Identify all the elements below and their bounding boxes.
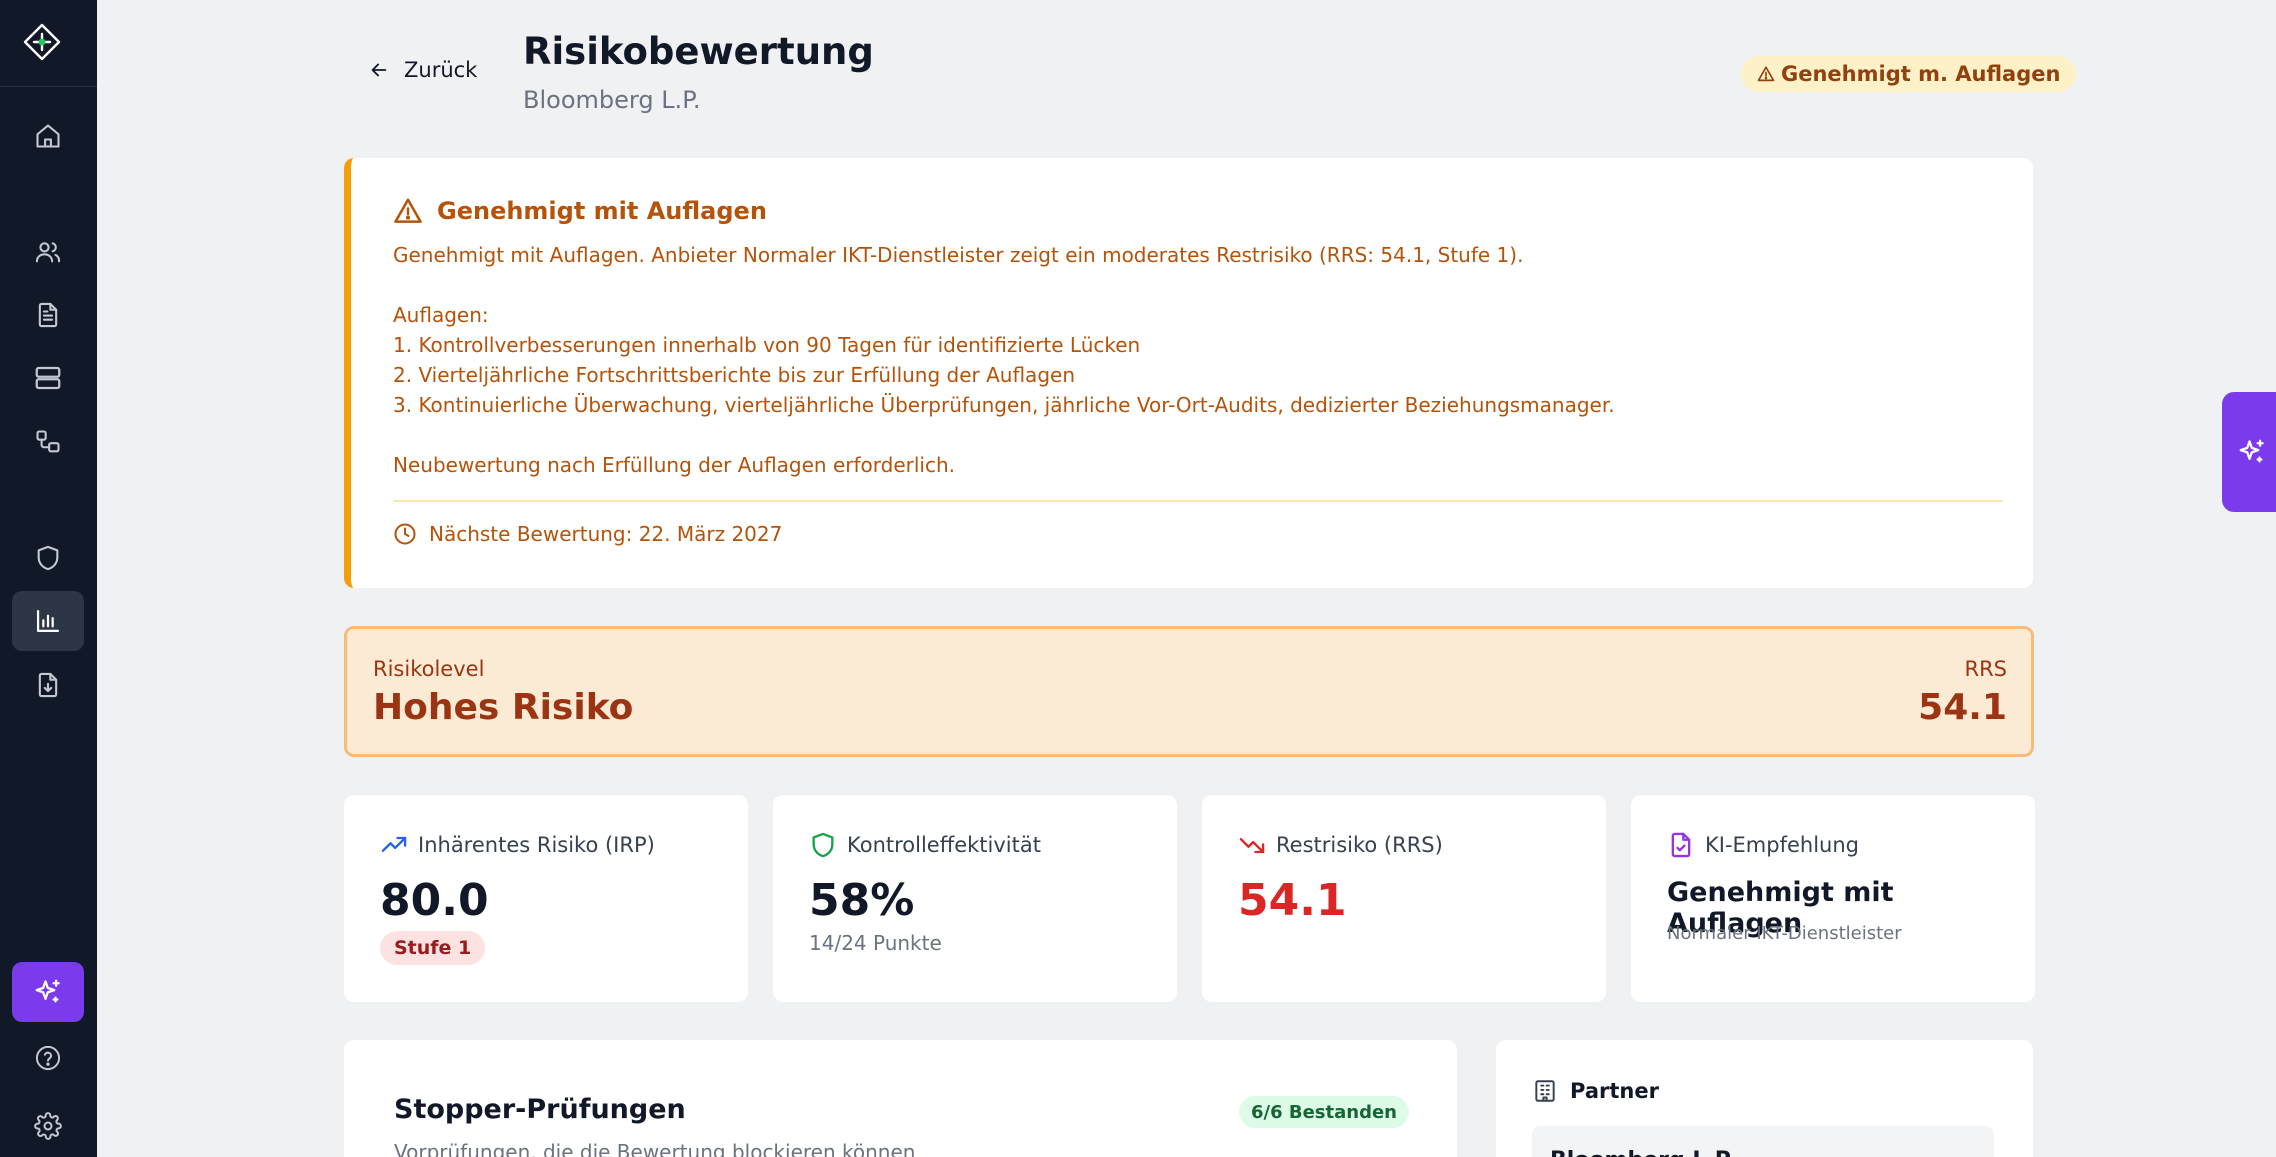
users-icon <box>35 242 61 263</box>
metric-card-ai-recommendation: KI-Empfehlung Genehmigt mit Auflagen Nor… <box>1631 795 2035 1002</box>
stopper-checks-description: Vorprüfungen, die die Bewertung blockier… <box>394 1140 916 1157</box>
logo-icon[interactable] <box>22 22 62 62</box>
risk-level-banner: Risikolevel Hohes Risiko RRS 54.1 <box>344 626 2034 757</box>
trending-up-icon <box>381 836 407 852</box>
sidebar-item-settings[interactable] <box>12 1096 84 1156</box>
alert-title: Genehmigt mit Auflagen <box>437 197 767 225</box>
stopper-checks-title: Stopper-Prüfungen <box>394 1094 686 1125</box>
sidebar-item-users[interactable] <box>12 222 84 282</box>
metric-label: KI-Empfehlung <box>1705 833 1860 857</box>
partner-title: Partner <box>1570 1079 1659 1103</box>
checks-passed-badge: 6/6 Bestanden <box>1238 1096 1409 1128</box>
partner-item[interactable]: Bloomberg L.P. <box>1532 1126 1994 1157</box>
alert-body: Genehmigt mit Auflagen. Anbieter Normale… <box>393 243 1615 477</box>
sidebar-item-workflows[interactable] <box>12 412 84 472</box>
back-button[interactable]: Zurück <box>368 58 477 82</box>
alert-divider <box>393 500 2003 502</box>
stopper-checks-card: Stopper-Prüfungen 6/6 Bestanden Vorprüfu… <box>344 1040 1457 1157</box>
status-badge: Genehmigt m. Auflagen <box>1741 56 2077 92</box>
metric-card-residual-risk: Restrisiko (RRS) 54.1 <box>1202 795 1606 1002</box>
metric-card-inherent-risk: Inhärentes Risiko (IRP) 80.0 Stufe 1 <box>344 795 748 1002</box>
metric-header: Inhärentes Risiko (IRP) <box>380 831 655 859</box>
metric-value: 80.0 <box>380 875 489 926</box>
back-label: Zurück <box>404 58 478 82</box>
metric-subtext: 14/24 Punkte <box>809 931 942 955</box>
home-icon <box>36 124 60 148</box>
warning-icon <box>1757 66 1775 82</box>
server-icon <box>35 366 61 390</box>
warning-icon <box>394 198 422 223</box>
shield-icon <box>37 545 59 571</box>
document-icon <box>38 302 58 328</box>
help-icon <box>35 1045 61 1071</box>
risk-level-label: Risikolevel <box>373 657 485 681</box>
next-review: Nächste Bewertung: 22. März 2027 <box>393 522 782 546</box>
file-check-icon <box>1671 832 1691 858</box>
metric-label: Restrisiko (RRS) <box>1276 833 1443 857</box>
risk-level-value: Hohes Risiko <box>373 687 634 728</box>
status-badge-label: Genehmigt m. Auflagen <box>1781 62 2061 86</box>
metric-card-control-effectiveness: Kontrolleffektivität 58% 14/24 Punkte <box>773 795 1177 1002</box>
next-review-text: Nächste Bewertung: 22. März 2027 <box>429 522 783 546</box>
bar-chart-icon <box>36 609 60 633</box>
metric-header: Restrisiko (RRS) <box>1238 831 1443 859</box>
ai-assistant-button[interactable] <box>12 962 84 1022</box>
trending-down-icon <box>1239 838 1265 854</box>
metric-header: Kontrolleffektivität <box>809 831 1041 859</box>
partner-card: Partner Bloomberg L.P. <box>1496 1040 2033 1157</box>
vendor-name: Bloomberg L.P. <box>523 86 701 114</box>
partner-name: Bloomberg L.P. <box>1550 1148 1735 1157</box>
partner-header: Partner <box>1532 1078 1659 1104</box>
ai-recommendation-subtext: Normaler IKT-Dienstleister <box>1667 923 1902 944</box>
sidebar-divider <box>0 86 97 87</box>
arrow-left-icon <box>371 63 387 77</box>
settings-icon <box>34 1112 62 1140</box>
shield-icon <box>812 832 834 858</box>
clock-icon <box>394 523 416 545</box>
metric-header: KI-Empfehlung <box>1667 831 1859 859</box>
sidebar-item-servers[interactable] <box>12 348 84 408</box>
alert-header: Genehmigt mit Auflagen <box>393 196 767 226</box>
rrs-value: 54.1 <box>1918 687 2007 728</box>
building-icon <box>1535 1080 1555 1102</box>
ai-assistant-fab[interactable] <box>2222 392 2276 512</box>
rrs-label: RRS <box>1964 657 2007 681</box>
sparkles-icon <box>2239 439 2264 463</box>
sidebar-item-help[interactable] <box>12 1028 84 1088</box>
file-download-icon <box>38 672 58 698</box>
sparkles-icon <box>35 979 60 1003</box>
sidebar <box>0 0 97 1157</box>
sidebar-item-documents[interactable] <box>12 285 84 345</box>
page-title: Risikobewertung <box>523 30 874 73</box>
decision-alert: Genehmigt mit Auflagen Genehmigt mit Auf… <box>344 158 2033 588</box>
sidebar-item-home[interactable] <box>12 106 84 166</box>
sidebar-item-reports[interactable] <box>12 591 84 651</box>
workflow-icon <box>36 430 60 453</box>
tier-badge: Stufe 1 <box>380 931 486 965</box>
metric-value: 58% <box>809 875 915 926</box>
metric-label: Inhärentes Risiko (IRP) <box>418 833 655 857</box>
metric-label: Kontrolleffektivität <box>847 833 1041 857</box>
sidebar-item-security[interactable] <box>12 528 84 588</box>
metric-value: 54.1 <box>1238 875 1347 926</box>
sidebar-item-exports[interactable] <box>12 655 84 715</box>
